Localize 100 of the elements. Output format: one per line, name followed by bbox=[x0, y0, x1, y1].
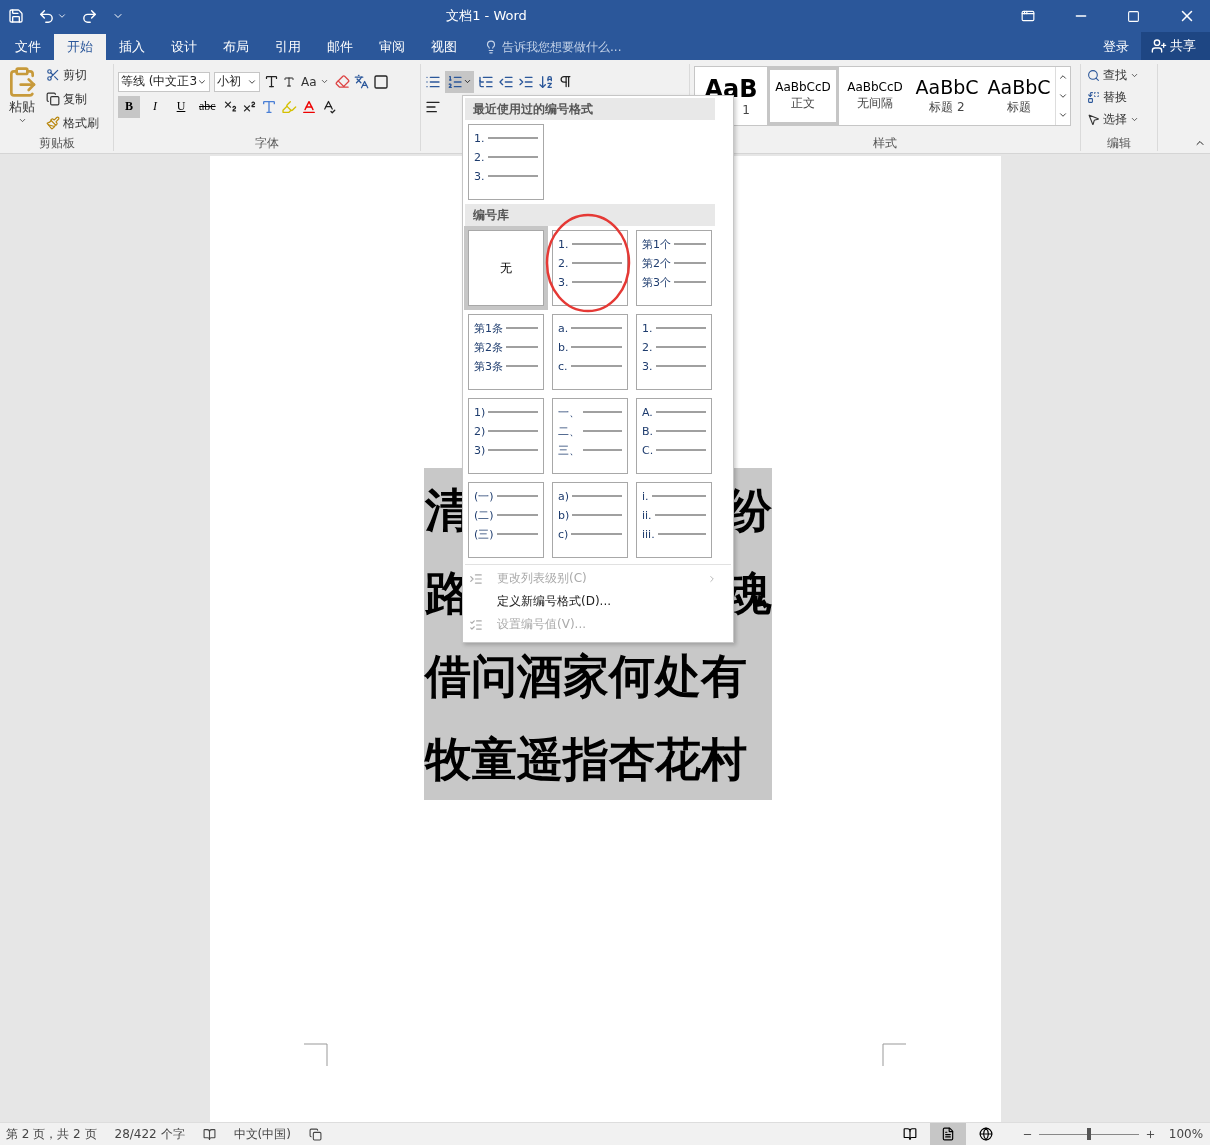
numbering-option[interactable]: 1. 2. 3. bbox=[468, 124, 544, 200]
sign-in-link[interactable]: 登录 bbox=[1091, 34, 1141, 60]
search-icon bbox=[1087, 68, 1100, 82]
font-name-field[interactable]: 等线 (中文正3 bbox=[118, 71, 210, 92]
numbering-option[interactable]: i. ii. iii. bbox=[636, 482, 712, 558]
phonetic-guide-icon[interactable] bbox=[353, 74, 369, 89]
group-label: 编辑 bbox=[1106, 135, 1132, 151]
font-size-field[interactable]: 小初 bbox=[214, 71, 260, 92]
eraser-icon[interactable] bbox=[334, 74, 350, 89]
indent-icon bbox=[469, 571, 483, 586]
caret-icon bbox=[17, 116, 27, 125]
style-preview: AaBbCcD bbox=[775, 80, 831, 95]
crop-mark-icon bbox=[304, 1043, 328, 1067]
style-preview: AaBbC bbox=[987, 76, 1051, 99]
menu-item[interactable]: 定义新编号格式(D)... bbox=[465, 590, 731, 613]
find-button[interactable]: 查找 bbox=[1085, 64, 1153, 86]
copy-button[interactable]: 复制 bbox=[44, 88, 101, 110]
style-preview: AaBbCcD bbox=[847, 80, 903, 95]
page-count: 第 2 页，共 2 页 bbox=[6, 1125, 97, 1143]
scroll-down-icon[interactable] bbox=[1058, 91, 1068, 101]
numbering-option[interactable]: 1) 2) 3) bbox=[468, 398, 544, 474]
view-button[interactable] bbox=[930, 1123, 966, 1145]
ribbon-tab[interactable]: 文件 bbox=[2, 34, 54, 60]
book-icon bbox=[903, 1127, 917, 1141]
maximize-icon[interactable] bbox=[1127, 9, 1140, 23]
menu-section-header: 最近使用过的编号格式 bbox=[465, 98, 715, 120]
copy-icon bbox=[46, 92, 60, 106]
replace-button[interactable]: 替换 bbox=[1085, 86, 1153, 108]
character-border-icon[interactable] bbox=[372, 73, 389, 90]
ribbon-tab[interactable]: 审阅 bbox=[366, 34, 418, 60]
numbering-button[interactable] bbox=[445, 70, 474, 93]
numbering-option[interactable]: 第1个 第2个 第3个 bbox=[636, 230, 712, 306]
share-button[interactable]: 共享 bbox=[1141, 32, 1210, 60]
window-icon[interactable] bbox=[1021, 9, 1035, 23]
format-toggle[interactable]: B bbox=[118, 95, 140, 118]
style-preview: AaBbC bbox=[915, 76, 979, 99]
format-painter-button[interactable]: 格式刷 bbox=[44, 112, 101, 134]
caret-icon[interactable] bbox=[57, 11, 67, 21]
numbering-option[interactable]: 一、 二、 三、 bbox=[552, 398, 628, 474]
ribbon-tab[interactable]: 设计 bbox=[158, 34, 210, 60]
superscript-icon[interactable] bbox=[241, 99, 257, 114]
numbering-option[interactable]: (一) (二) (三) bbox=[468, 482, 544, 558]
proofing-icon[interactable] bbox=[202, 1127, 216, 1141]
globe-icon bbox=[979, 1127, 993, 1141]
select-button[interactable]: 选择 bbox=[1085, 108, 1153, 130]
style-option[interactable]: AaBbCcD 正文 bbox=[767, 67, 839, 125]
style-name: 1 bbox=[742, 103, 750, 118]
format-toggle[interactable]: U bbox=[170, 95, 192, 118]
style-name: 标题 2 bbox=[929, 98, 965, 116]
replace-icon bbox=[1087, 90, 1100, 104]
page-icon bbox=[941, 1127, 955, 1141]
slider-thumb[interactable] bbox=[1087, 1128, 1091, 1140]
numbering-option[interactable]: a) b) c) bbox=[552, 482, 628, 558]
numbering-option[interactable]: 第1条 第2条 第3条 bbox=[468, 314, 544, 390]
style-name: 标题 bbox=[1007, 98, 1031, 116]
language-label: 中文(中国) bbox=[233, 1125, 291, 1143]
group-label: 样式 bbox=[872, 135, 898, 151]
numbering-option[interactable]: A. B. C. bbox=[636, 398, 712, 474]
ribbon-tab[interactable]: 布局 bbox=[210, 34, 262, 60]
change-case-button[interactable]: Aa bbox=[299, 70, 331, 93]
ribbon-tab[interactable]: 邮件 bbox=[314, 34, 366, 60]
paintbrush-icon bbox=[46, 116, 60, 130]
word-count: 28/422 个字 bbox=[114, 1125, 185, 1143]
format-toggle[interactable]: abc bbox=[196, 95, 219, 118]
scissors-icon bbox=[46, 68, 60, 82]
document-text: 借问酒家何处有 bbox=[425, 652, 747, 699]
shrink-font-icon[interactable] bbox=[283, 75, 295, 88]
format-toggle[interactable]: I bbox=[144, 95, 166, 118]
ribbon-tab[interactable]: 视图 bbox=[418, 34, 470, 60]
caret-icon bbox=[319, 77, 329, 86]
subscript-icon[interactable] bbox=[222, 99, 238, 114]
numbering-option[interactable]: 1. 2. 3. bbox=[552, 230, 628, 306]
cut-button[interactable]: 剪切 bbox=[44, 64, 101, 86]
undo-icon[interactable] bbox=[38, 7, 55, 25]
grow-font-icon[interactable] bbox=[264, 74, 279, 89]
tell-me-field[interactable]: 告诉我您想要做什么... bbox=[484, 34, 622, 60]
save-icon[interactable] bbox=[8, 8, 24, 24]
paste-button[interactable]: 粘贴 bbox=[4, 64, 40, 135]
document-text: 牧童遥指杏花村 bbox=[425, 735, 747, 782]
window-title: 文档1 - Word bbox=[445, 7, 528, 25]
redo-icon[interactable] bbox=[81, 7, 98, 25]
zoom-in-icon[interactable] bbox=[1145, 1128, 1156, 1140]
person-plus-icon bbox=[1151, 38, 1167, 54]
caret-icon bbox=[463, 77, 472, 86]
numbering-option[interactable]: a. b. c. bbox=[552, 314, 628, 390]
ribbon-tab[interactable]: 开始 bbox=[54, 34, 106, 60]
font-color-icon[interactable] bbox=[300, 98, 317, 115]
paragraph-mark-icon[interactable] bbox=[558, 74, 573, 89]
group-label: 剪贴板 bbox=[37, 135, 76, 151]
crop-mark-icon bbox=[882, 1043, 906, 1067]
lightbulb-icon bbox=[484, 40, 498, 54]
numbering-option[interactable]: 1. 2. 3. bbox=[636, 314, 712, 390]
ribbon-tab[interactable]: 插入 bbox=[106, 34, 158, 60]
sort-icon[interactable] bbox=[538, 73, 554, 90]
tell-me-placeholder: 告诉我您想要做什么... bbox=[502, 38, 622, 56]
style-name: 正文 bbox=[791, 94, 815, 112]
pointer-icon bbox=[1087, 112, 1100, 126]
menu-section-header: 编号库 bbox=[465, 204, 715, 226]
ribbon-tab[interactable]: 引用 bbox=[262, 34, 314, 60]
zoom-reading: 100% bbox=[1167, 1127, 1205, 1141]
